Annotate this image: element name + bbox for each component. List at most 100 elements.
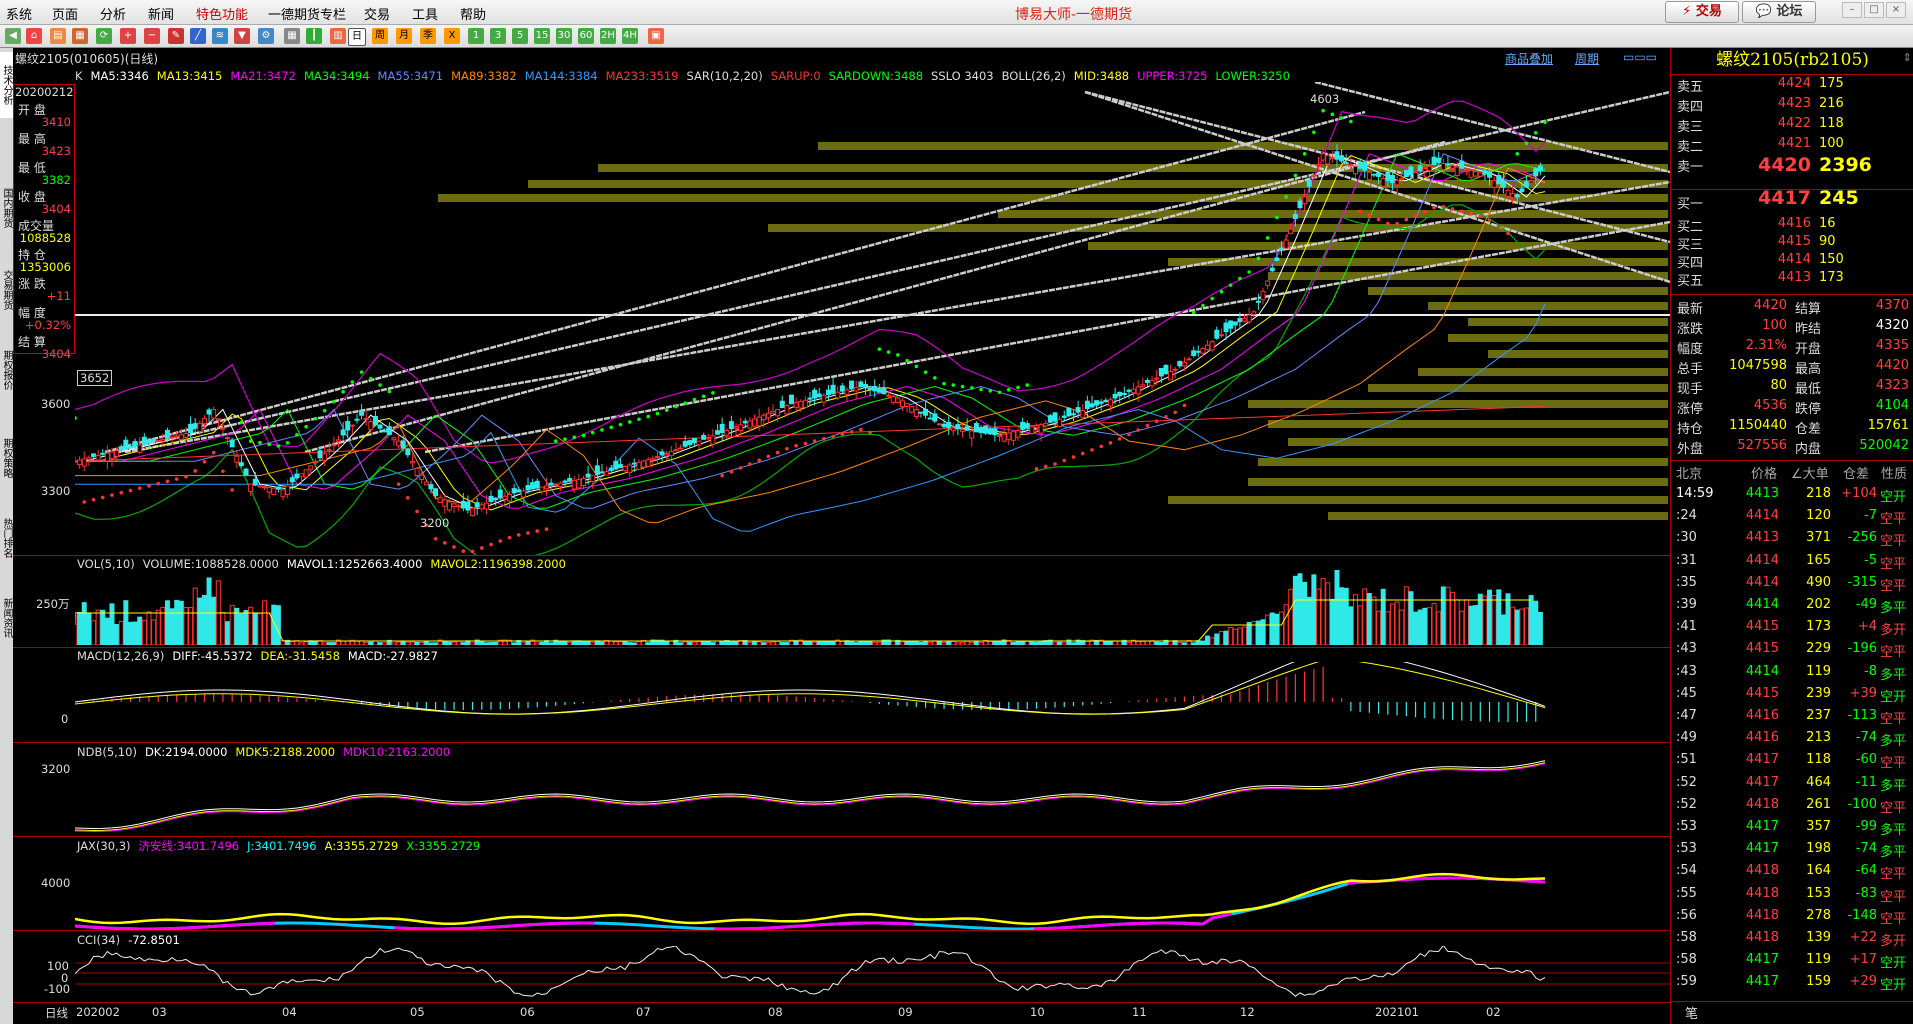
jax-chart	[75, 872, 1546, 930]
report-icon[interactable]: ▥	[330, 28, 346, 44]
layout-icons[interactable]: ▭▭▭	[1623, 50, 1657, 64]
candle	[636, 461, 642, 470]
close-button[interactable]: ×	[1886, 2, 1906, 18]
tab-news[interactable]: 新闻资讯	[0, 598, 13, 638]
candle	[1094, 400, 1100, 406]
candle	[779, 400, 785, 409]
60min-button[interactable]: 60	[578, 28, 594, 44]
bid-row[interactable]: 买四 4414 150	[1671, 252, 1913, 272]
3min-button[interactable]: 3	[490, 28, 506, 44]
tab-option-quotes[interactable]: 期权报价	[0, 350, 13, 390]
kline-chart[interactable]	[75, 82, 1670, 556]
sar-dot	[720, 473, 724, 478]
bid-row[interactable]: 买一 4417 245	[1671, 187, 1913, 213]
tab-technical-analysis[interactable]: 技术分析	[0, 52, 13, 118]
sar-dot	[1080, 451, 1085, 456]
candle	[1473, 171, 1479, 177]
x-period-button[interactable]: X	[444, 28, 460, 44]
sar-dot	[766, 454, 771, 459]
sar-dot	[1219, 289, 1224, 294]
stat-label: 跌停	[1795, 402, 1822, 417]
menu-news[interactable]: 新闻	[148, 4, 174, 23]
sar-dot	[674, 404, 678, 409]
vol-indicator-line: VOL(5,10) VOLUME:1088528.0000 MAVOL1:12526…	[77, 557, 566, 571]
sar-dot	[1533, 130, 1538, 135]
tick-row: :58 4417 119 +17 空开	[1671, 952, 1913, 974]
overlay-link[interactable]: 商品叠加	[1505, 50, 1553, 67]
tab-hot-ranking[interactable]: 热门排名	[0, 518, 13, 558]
week-period-button[interactable]: 周	[372, 28, 388, 44]
volume-bar	[520, 642, 526, 645]
30min-button[interactable]: 30	[556, 28, 572, 44]
home-icon[interactable]: ⌂	[26, 28, 42, 44]
volume-bar	[77, 611, 83, 645]
ticks-tab[interactable]: 笔	[1685, 1003, 1698, 1022]
cci-line	[75, 946, 1546, 997]
tab-domestic-futures[interactable]: 国内期货	[0, 188, 13, 228]
candle	[1417, 165, 1423, 171]
kline-icon[interactable]: ┃	[306, 28, 322, 44]
1min-button[interactable]: 1	[468, 28, 484, 44]
indicator-icon[interactable]: ≋	[212, 28, 228, 44]
line-icon[interactable]: ╱	[190, 28, 206, 44]
indicator-value: SARUP:0	[770, 69, 821, 83]
x-axis-tick: 07	[636, 1005, 651, 1019]
bid-volume: 150	[1819, 252, 1844, 267]
back-icon[interactable]: ◀	[5, 28, 21, 44]
volume-bar	[1191, 642, 1197, 645]
trade-button[interactable]: ⚡ 交易	[1665, 1, 1739, 23]
candle	[1366, 171, 1372, 181]
volume-bar	[1426, 607, 1432, 645]
maximize-button[interactable]: □	[1864, 2, 1884, 18]
15min-button[interactable]: 15	[534, 28, 550, 44]
menu-features[interactable]: 特色功能	[196, 4, 248, 23]
scroll-icon[interactable]: ⇕	[1903, 51, 1912, 64]
menu-analysis[interactable]: 分析	[100, 4, 126, 23]
tick-price: 4418	[1745, 907, 1779, 923]
table-icon[interactable]: ▦	[284, 28, 300, 44]
ask-row[interactable]: 卖五 4424 175	[1671, 76, 1913, 96]
ask-row[interactable]: 卖二 4421 100	[1671, 136, 1913, 156]
day-period-button[interactable]: 日	[348, 28, 366, 46]
sar-dot	[960, 384, 965, 389]
2h-button[interactable]: 2H	[600, 28, 616, 44]
candle	[1228, 320, 1234, 329]
ask-row[interactable]: 卖三 4422 118	[1671, 116, 1913, 136]
menu-trade[interactable]: 交易	[364, 4, 390, 23]
refresh-icon[interactable]: ⟳	[96, 28, 112, 44]
trend-channel-line	[104, 110, 1366, 454]
bid-row[interactable]: 买三 4415 90	[1671, 234, 1913, 254]
4h-button[interactable]: 4H	[622, 28, 638, 44]
page-icon[interactable]: ▤	[50, 28, 66, 44]
sar-dot	[1173, 410, 1177, 415]
menu-yide-column[interactable]: 一德期货专栏	[268, 4, 346, 23]
menu-page[interactable]: 页面	[52, 4, 78, 23]
season-period-button[interactable]: 季	[420, 28, 436, 44]
volume-bar	[923, 641, 929, 645]
candle	[1255, 300, 1261, 303]
zoom-out-icon[interactable]: −	[144, 28, 160, 44]
menu-tools[interactable]: 工具	[412, 4, 438, 23]
minimize-button[interactable]: –	[1842, 2, 1862, 18]
filter-icon[interactable]: ▼	[234, 28, 250, 44]
tab-option-strategy[interactable]: 期权策略	[0, 438, 13, 478]
month-period-button[interactable]: 月	[396, 28, 412, 44]
ask-row[interactable]: 卖四 4423 216	[1671, 96, 1913, 116]
tab-trade-futures[interactable]: 交易期货	[0, 270, 13, 310]
calendar-icon[interactable]: ▣	[648, 28, 664, 44]
zoom-in-icon[interactable]: +	[120, 28, 136, 44]
draw-icon[interactable]: ✎	[168, 28, 184, 44]
5min-button[interactable]: 5	[512, 28, 528, 44]
menu-system[interactable]: 系统	[6, 4, 32, 23]
period-link[interactable]: 周期	[1575, 50, 1599, 67]
bid-row[interactable]: 买五 4413 173	[1671, 270, 1913, 290]
menu-help[interactable]: 帮助	[460, 4, 486, 23]
settings-icon[interactable]: ⚙	[258, 28, 274, 44]
sar-dot	[443, 541, 447, 545]
bid-row[interactable]: 买二 4416 16	[1671, 216, 1913, 236]
forum-button[interactable]: 💬 论坛	[1742, 1, 1816, 23]
ask-row[interactable]: 卖一 4420 2396	[1671, 154, 1913, 176]
volume-bar	[460, 642, 466, 645]
chart-icon[interactable]: ▦	[72, 28, 88, 44]
candle	[839, 385, 845, 392]
